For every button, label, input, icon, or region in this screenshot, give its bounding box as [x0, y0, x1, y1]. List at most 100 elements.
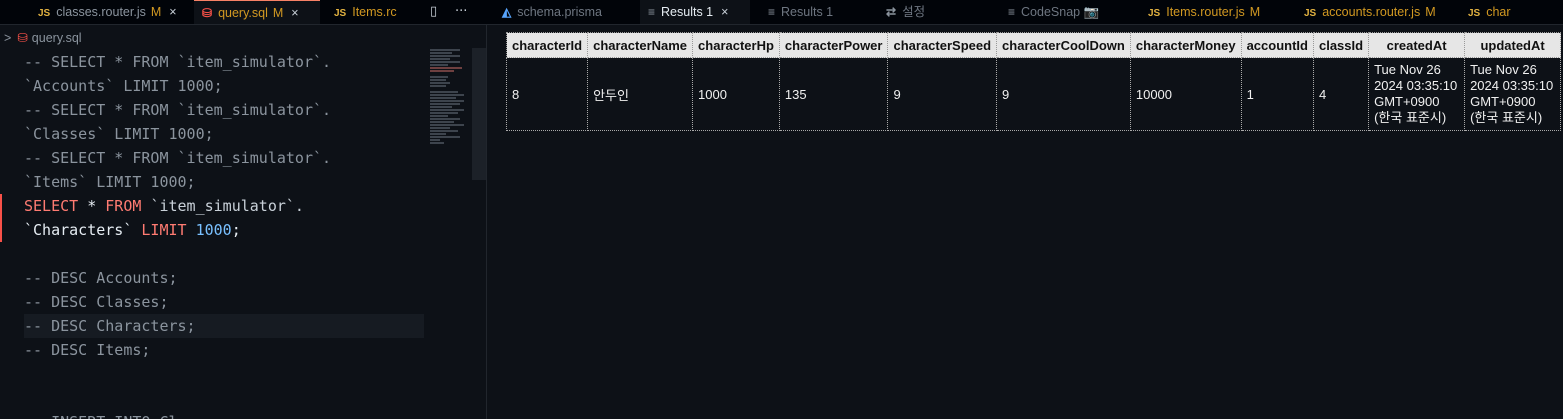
code-line[interactable]: -- DESC Items; — [24, 338, 150, 362]
table-cell[interactable]: Tue Nov 26 2024 03:35:10 GMT+0900 (한국 표준… — [1368, 57, 1466, 131]
column-header[interactable]: characterMoney — [1129, 32, 1242, 58]
editor-tab-bar: JS classes.router.js M × ⛁ query.sql M × JS Ite… — [0, 0, 1563, 25]
operator: * — [78, 197, 106, 215]
editor-group-divider[interactable] — [486, 24, 487, 419]
javascript-file-icon: JS — [1148, 8, 1161, 19]
tab-label: CodeSnap 📷 — [1021, 5, 1100, 19]
identifier: `Characters` — [24, 221, 133, 239]
table-header-row: characterId characterName characterHp ch… — [505, 32, 1562, 58]
tab-schema-prisma[interactable]: ◭ schema.prisma — [494, 0, 632, 24]
tab-label: Items.rc — [352, 5, 397, 19]
breadcrumb-file[interactable]: query.sql — [32, 31, 82, 45]
column-header[interactable]: updatedAt — [1464, 32, 1562, 58]
tab-label: accounts.router.js — [1322, 5, 1421, 19]
code-line[interactable]: -- SELECT * FROM `item_simulator`. — [24, 146, 331, 170]
code-line[interactable]: -- DESC Classes; — [24, 290, 169, 314]
code-line[interactable]: -- SELECT * FROM `item_simulator`. — [24, 50, 331, 74]
column-header[interactable]: classId — [1312, 32, 1370, 58]
close-icon[interactable]: × — [291, 6, 298, 20]
split-editor-icon[interactable]: ▯ — [430, 0, 437, 24]
tab-codesnap[interactable]: ≡ CodeSnap 📷 — [1000, 0, 1130, 24]
column-header[interactable]: characterSpeed — [887, 32, 998, 58]
prisma-icon: ◭ — [502, 5, 512, 19]
tab-label: Items.router.js — [1166, 5, 1245, 19]
tab-char[interactable]: JS char — [1460, 0, 1563, 24]
table-row[interactable]: 8 안두인 1000 135 9 9 10000 1 4 Tue Nov 26 … — [505, 57, 1562, 131]
javascript-file-icon: JS — [38, 8, 51, 19]
results-icon: ≡ — [768, 5, 776, 19]
table-cell[interactable]: 8 — [505, 57, 589, 131]
code-line[interactable]: `Classes` LIMIT 1000; — [24, 122, 214, 146]
close-icon[interactable]: × — [721, 5, 728, 19]
results-icon: ≡ — [1008, 5, 1016, 19]
settings-icon: ⇄ — [886, 5, 897, 19]
tab-accounts-router[interactable]: JS accounts.router.js M — [1296, 0, 1446, 24]
number-literal: 1000 — [195, 221, 232, 239]
identifier: `item_simulator`. — [150, 197, 304, 215]
column-header[interactable]: characterName — [587, 32, 694, 58]
minimap[interactable] — [430, 48, 472, 180]
modified-badge: M — [1249, 5, 1261, 19]
tab-label: schema.prisma — [517, 5, 602, 19]
table-cell[interactable]: 1 — [1240, 57, 1314, 131]
table-cell[interactable]: 135 — [778, 57, 889, 131]
results-icon: ≡ — [648, 5, 656, 19]
code-line[interactable]: -- DESC Accounts; — [24, 266, 178, 290]
code-line[interactable]: -- INSERT INTO Cl — [24, 410, 178, 419]
code-line-select[interactable]: SELECT * FROM `item_simulator`. — [24, 194, 304, 218]
column-header[interactable]: createdAt — [1368, 32, 1466, 58]
javascript-file-icon: JS — [1304, 8, 1317, 19]
modified-badge: M — [1425, 5, 1436, 19]
tab-label: char — [1486, 5, 1511, 19]
close-icon[interactable]: × — [169, 5, 176, 19]
table-cell[interactable]: 안두인 — [587, 57, 694, 131]
breadcrumb[interactable]: > ⛁ query.sql — [0, 28, 82, 48]
modified-badge: M — [272, 6, 284, 20]
column-header[interactable]: characterPower — [778, 32, 889, 58]
more-actions-icon[interactable]: ··· — [455, 0, 467, 24]
tab-classes-router[interactable]: JS classes.router.js M × — [30, 0, 190, 24]
table-cell[interactable]: 9 — [996, 57, 1131, 131]
table-cell[interactable]: 10000 — [1129, 57, 1242, 131]
results-table-container: characterId characterName characterHp ch… — [505, 32, 1562, 131]
keyword-from: FROM — [105, 197, 142, 215]
tab-label: classes.router.js — [56, 5, 146, 19]
code-line[interactable]: `Items` LIMIT 1000; — [24, 170, 196, 194]
code-line-limit[interactable]: `Characters` LIMIT 1000; — [24, 218, 241, 242]
code-line[interactable]: `Accounts` LIMIT 1000; — [24, 74, 223, 98]
modified-badge: M — [150, 5, 162, 19]
editor-scrollbar[interactable] — [472, 48, 486, 180]
column-header[interactable]: characterId — [505, 32, 589, 58]
tab-settings[interactable]: ⇄ 설정 — [878, 0, 988, 24]
column-header[interactable]: accountId — [1240, 32, 1314, 58]
table-cell[interactable]: Tue Nov 26 2024 03:35:10 GMT+0900 (한국 표준… — [1464, 57, 1562, 131]
semicolon: ; — [231, 221, 241, 239]
tab-results-active[interactable]: ≡ Results 1 × — [640, 0, 750, 24]
tab-results[interactable]: ≡ Results 1 — [760, 0, 872, 24]
tab-items-rc[interactable]: JS Items.rc — [326, 0, 426, 24]
tab-label: Results 1 — [781, 5, 834, 19]
chevron-right-icon: > — [4, 31, 12, 45]
table-cell[interactable]: 1000 — [692, 57, 780, 131]
column-header[interactable]: characterCoolDown — [996, 32, 1131, 58]
code-line[interactable]: -- SELECT * FROM `item_simulator`. — [24, 98, 331, 122]
tab-label: query.sql — [218, 6, 268, 20]
column-header[interactable]: characterHp — [692, 32, 780, 58]
change-gutter-indicator — [0, 194, 2, 242]
tab-label: Results 1 — [661, 5, 714, 19]
javascript-file-icon: JS — [334, 8, 347, 19]
keyword-select: SELECT — [24, 197, 79, 215]
database-icon: ⛁ — [17, 31, 28, 45]
sql-editor[interactable]: -- SELECT * FROM `item_simulator`. `Acco… — [0, 50, 430, 419]
keyword-limit: LIMIT — [141, 221, 187, 239]
table-cell[interactable]: 4 — [1312, 57, 1370, 131]
tab-label: 설정 — [902, 5, 926, 19]
database-icon: ⛁ — [202, 6, 213, 20]
results-table: characterId characterName characterHp ch… — [505, 32, 1562, 131]
javascript-file-icon: JS — [1468, 8, 1481, 19]
tab-query-sql[interactable]: ⛁ query.sql M × — [194, 0, 320, 24]
table-cell[interactable]: 9 — [887, 57, 998, 131]
code-line-current[interactable]: -- DESC Characters; — [24, 314, 424, 338]
tab-items-router[interactable]: JS Items.router.js M — [1140, 0, 1270, 24]
